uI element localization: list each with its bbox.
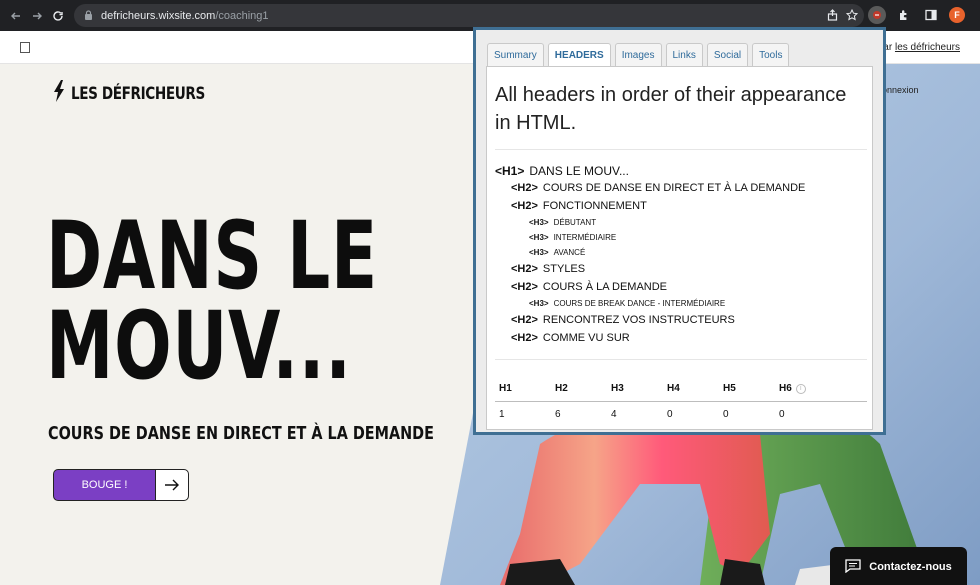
header-counts-table: H1 H2 H3 H4 H5 H6 i 1 6 4 0 0 0 xyxy=(495,376,867,426)
lock-icon xyxy=(84,7,93,25)
header-item: <H3> AVANCÉ xyxy=(529,248,586,257)
seo-extension-icon[interactable] xyxy=(868,6,886,24)
divider xyxy=(495,359,867,360)
header-item: <H2> COURS DE DANSE EN DIRECT ET À LA DEM… xyxy=(511,182,806,194)
tab-links[interactable]: Links xyxy=(665,43,703,66)
wix-logo-icon[interactable] xyxy=(20,42,30,53)
tab-social[interactable]: Social xyxy=(706,43,749,66)
chat-bubble-icon xyxy=(845,558,861,576)
share-icon[interactable] xyxy=(827,8,838,26)
counts-value-row: 1 6 4 0 0 0 xyxy=(499,408,785,420)
tab-images[interactable]: Images xyxy=(614,43,662,66)
url-path: /coaching1 xyxy=(215,9,269,22)
bookmark-star-icon[interactable] xyxy=(845,8,859,26)
url-host: defricheurs.wixsite.com xyxy=(101,9,216,22)
tab-headers[interactable]: HEADERS xyxy=(547,43,611,67)
divider xyxy=(495,149,867,150)
back-icon[interactable] xyxy=(8,8,24,24)
more-menu-icon[interactable] xyxy=(974,6,980,24)
login-link[interactable]: onnexion xyxy=(882,85,919,95)
contact-chat-button[interactable]: Contactez-nous xyxy=(830,547,967,585)
popup-tabs: Summary HEADERS Images Links Social Tool… xyxy=(487,43,790,67)
wix-banner-link[interactable]: les défricheurs xyxy=(895,42,960,53)
wix-banner-text: ar les défricheurs xyxy=(883,42,960,53)
arrow-right-icon[interactable] xyxy=(155,469,189,501)
header-item: <H2> COURS À LA DEMANDE xyxy=(511,281,668,293)
header-item: <H2> COMME VU SUR xyxy=(511,332,630,344)
headers-outline: <H1> DANS LE MOUV... <H2> COURS DE DANSE E… xyxy=(495,164,867,350)
panel-title: All headers in order of their appearance… xyxy=(495,84,847,134)
header-item: <H3> INTERMÉDIAIRE xyxy=(529,233,617,242)
header-item: <H2> STYLES xyxy=(511,263,586,275)
headers-panel: All headers in order of their appearance… xyxy=(486,66,873,430)
header-item: <H2> FONCTIONNEMENT xyxy=(511,200,647,212)
lightning-bolt-icon xyxy=(53,80,65,107)
counts-header-row: H1 H2 H3 H4 H5 H6 i xyxy=(495,376,867,402)
hero-heading: DANS LE MOUV... xyxy=(46,202,378,401)
seo-extension-popup: Summary HEADERS Images Links Social Tool… xyxy=(473,27,886,435)
hero-subtitle: COURS DE DANSE EN DIRECT ET À LA DEMANDE xyxy=(48,423,434,444)
site-header: LES DÉFRICHEURS xyxy=(53,80,238,107)
header-item: <H3> DÉBUTANT xyxy=(529,218,597,227)
tab-summary[interactable]: Summary xyxy=(487,43,544,66)
reload-icon[interactable] xyxy=(50,8,66,24)
tab-tools[interactable]: Tools xyxy=(752,43,790,66)
cta-group: BOUGE ! xyxy=(53,469,189,501)
header-item: <H3> COURS DE BREAK DANCE - INTERMÉDIAIRE xyxy=(529,299,726,308)
header-item: <H1> DANS LE MOUV... xyxy=(495,164,629,178)
forward-icon[interactable] xyxy=(29,8,45,24)
extensions-puzzle-icon[interactable] xyxy=(895,6,913,24)
site-brand[interactable]: LES DÉFRICHEURS xyxy=(71,84,205,104)
info-icon[interactable]: i xyxy=(795,383,806,394)
bouge-button[interactable]: BOUGE ! xyxy=(53,469,155,501)
side-panel-icon[interactable] xyxy=(922,6,940,24)
profile-avatar[interactable]: F xyxy=(949,7,965,23)
address-bar[interactable]: defricheurs.wixsite.com/coaching1 xyxy=(74,4,864,27)
header-item: <H2> RENCONTREZ VOS INSTRUCTEURS xyxy=(511,314,735,326)
